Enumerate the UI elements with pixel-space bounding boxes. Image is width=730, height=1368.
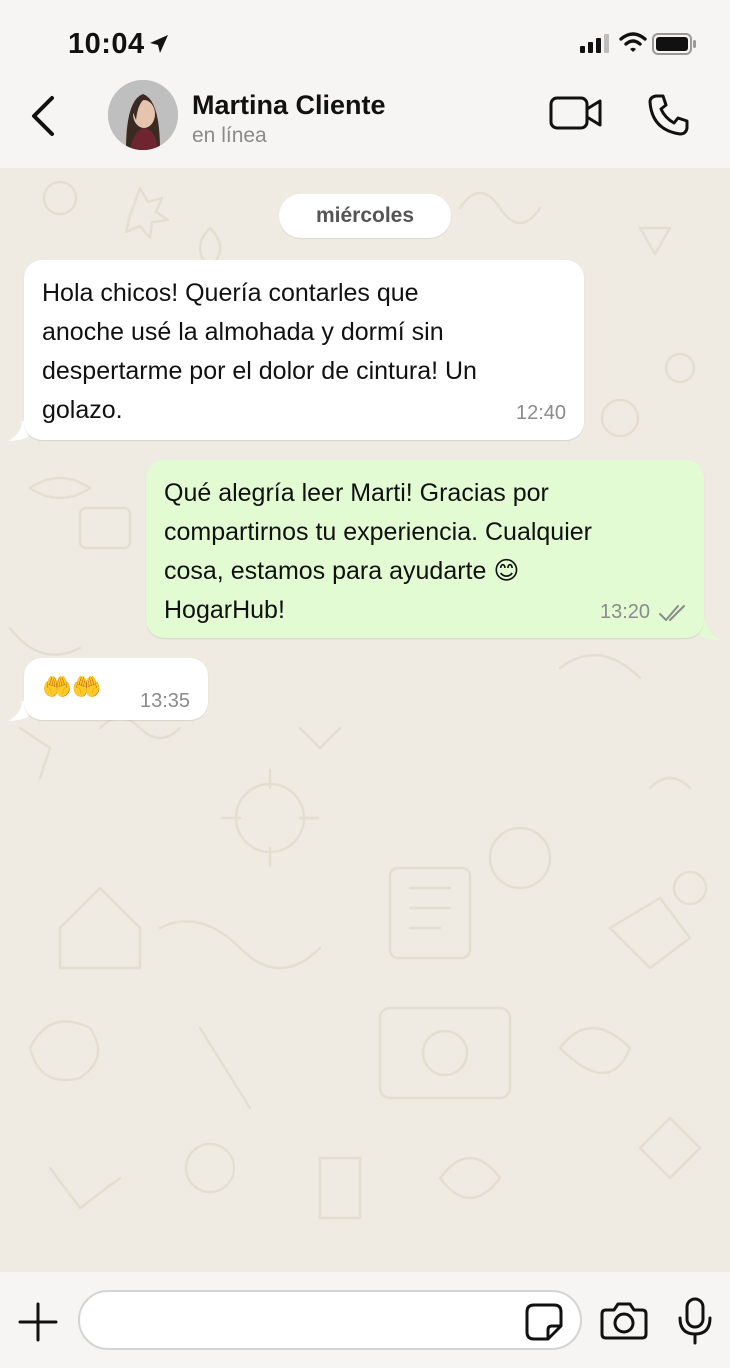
message-text: Hola chicos! Quería contarles que anoche…	[42, 279, 477, 424]
video-camera-icon	[549, 96, 602, 130]
status-bar: 10:04	[0, 0, 730, 80]
back-button[interactable]	[24, 92, 64, 140]
microphone-button[interactable]	[676, 1296, 714, 1346]
input-bar	[0, 1272, 730, 1368]
message-time: 13:20	[600, 601, 651, 623]
double-check-icon	[659, 605, 685, 621]
location-arrow-icon	[148, 33, 170, 55]
attach-button[interactable]	[18, 1302, 58, 1342]
chat-header: Martina Cliente en línea	[0, 80, 730, 168]
message-time: 12:40	[516, 402, 567, 424]
camera-icon	[600, 1302, 648, 1340]
voice-call-button[interactable]	[646, 92, 692, 138]
status-time: 10:04	[68, 28, 145, 60]
phone-icon	[648, 94, 689, 136]
message-bubble-incoming[interactable]: 🤲🤲 13:35	[24, 658, 208, 720]
microphone-icon	[678, 1297, 712, 1345]
wifi-icon	[619, 31, 647, 53]
message-text: Qué alegría leer Marti! Gracias por comp…	[164, 479, 592, 624]
sticker-button[interactable]	[524, 1302, 564, 1342]
contact-name[interactable]: Martina Cliente	[192, 90, 386, 121]
date-divider: miércoles	[279, 194, 451, 238]
avatar[interactable]	[108, 80, 178, 150]
cellular-signal-icon	[580, 33, 610, 53]
camera-button[interactable]	[600, 1300, 648, 1342]
video-call-button[interactable]	[548, 94, 604, 134]
message-text: 🤲🤲	[42, 674, 102, 701]
sticker-icon	[525, 1303, 563, 1341]
message-input[interactable]	[78, 1290, 582, 1350]
contact-status: en línea	[192, 124, 267, 147]
message-time: 13:35	[140, 690, 191, 712]
message-bubble-outgoing[interactable]: Qué alegría leer Marti! Gracias por comp…	[146, 460, 704, 638]
message-bubble-incoming[interactable]: Hola chicos! Quería contarles que anoche…	[24, 260, 584, 440]
chat-area[interactable]: miércoles Hola chicos! Quería contarles …	[0, 168, 730, 1272]
plus-icon	[18, 1302, 58, 1342]
battery-icon	[652, 32, 698, 56]
